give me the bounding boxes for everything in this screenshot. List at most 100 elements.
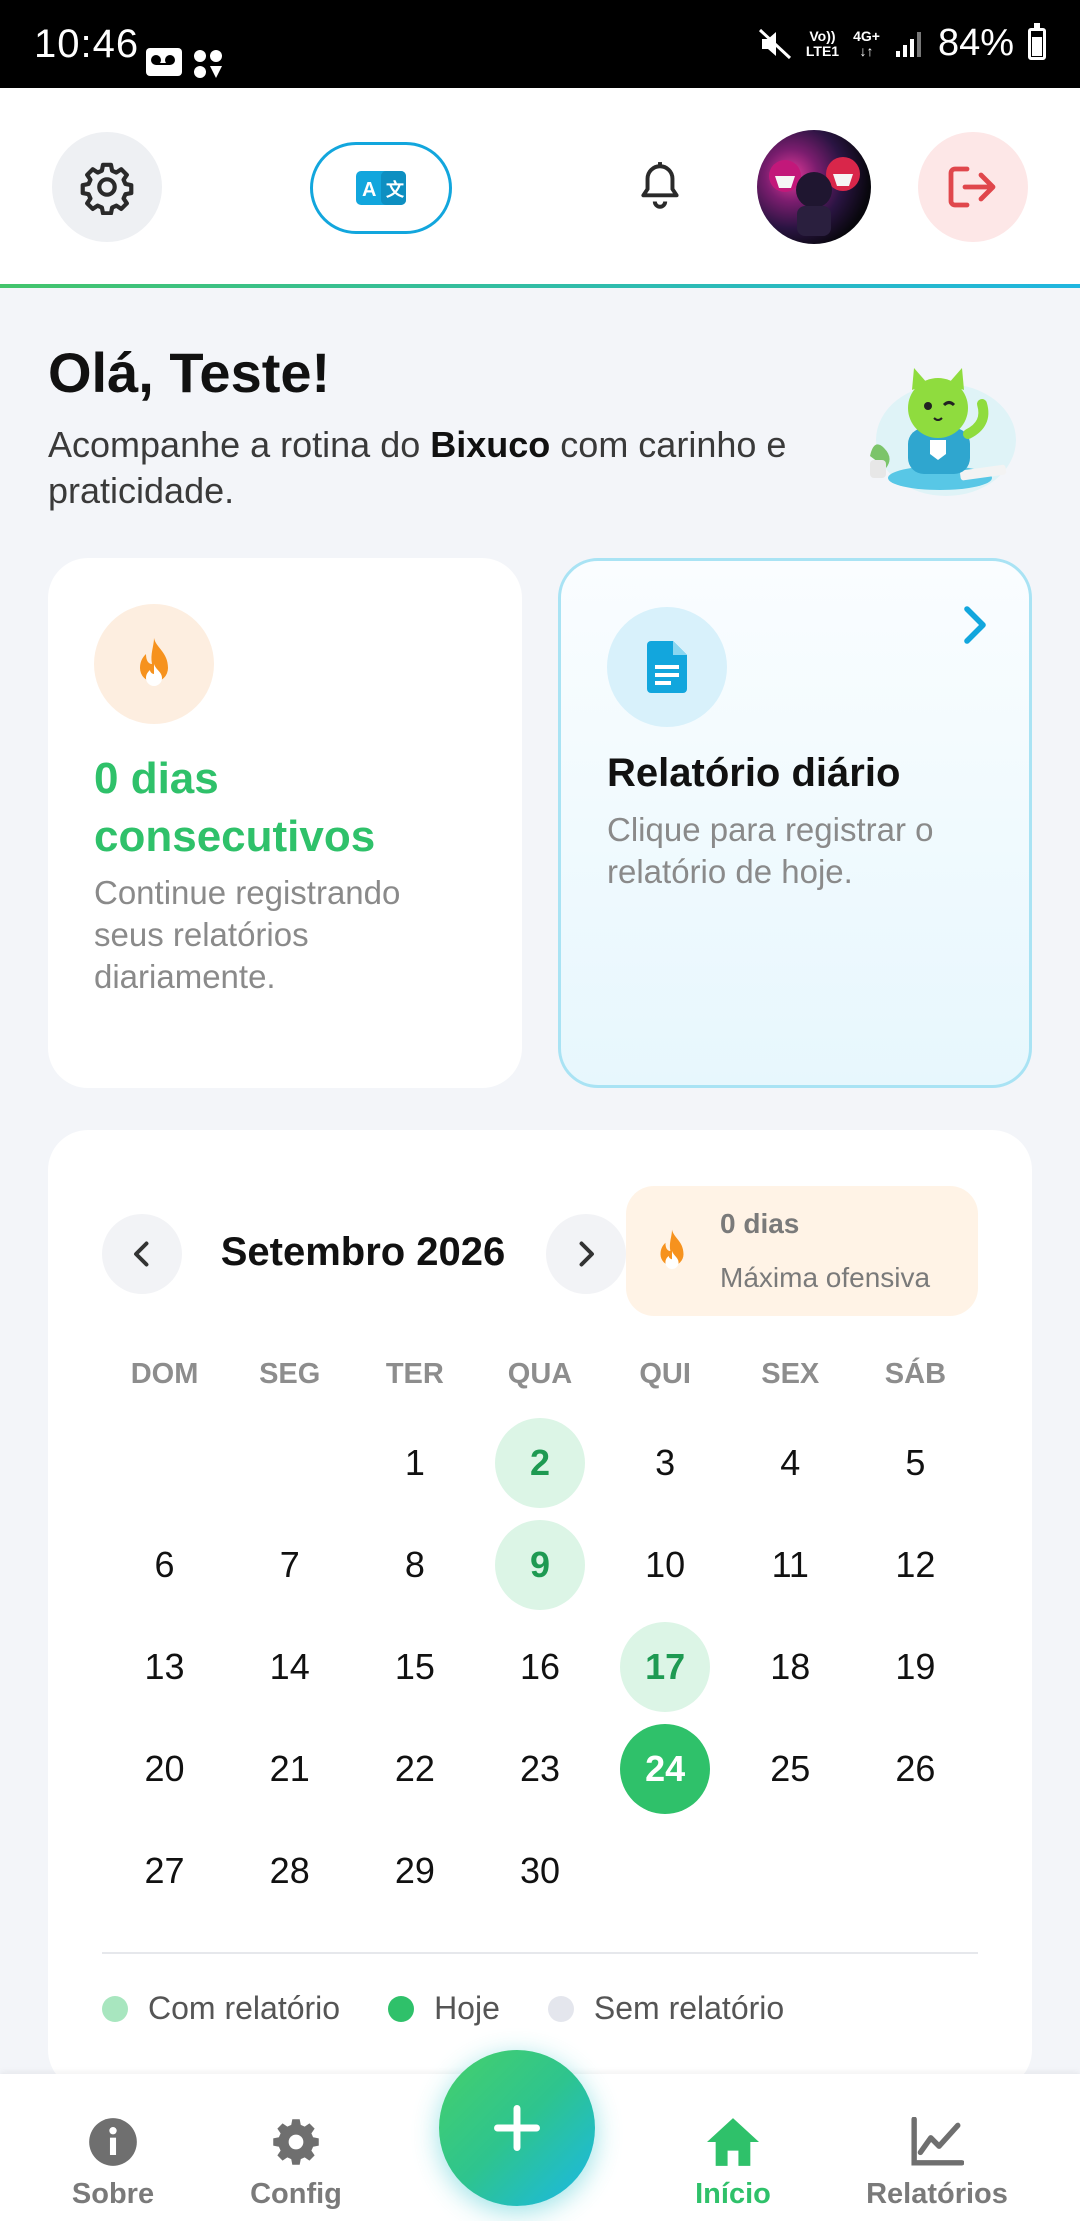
calendar-day[interactable]: 20: [102, 1718, 227, 1820]
report-description: Clique para registrar o relatório de hoj…: [607, 811, 934, 890]
weekday-label: TER: [385, 1358, 444, 1390]
bell-icon: [641, 162, 679, 209]
streak-card: 0 dias consecutivos Continue registrando…: [48, 558, 522, 1088]
report-icon-badge: [607, 607, 727, 727]
legend-with-report: Com relatório: [102, 1990, 340, 2027]
calendar-day-number: 20: [144, 1748, 185, 1789]
chart-icon: [911, 2117, 964, 2166]
calendar-day-number: 4: [780, 1442, 801, 1483]
calendar-day-number: 30: [519, 1850, 560, 1891]
calendar-day[interactable]: 1: [352, 1412, 477, 1514]
nav-item-config[interactable]: Config: [211, 2114, 381, 2211]
calendar-day[interactable]: 8: [352, 1514, 477, 1616]
calendar-day[interactable]: 21: [227, 1718, 352, 1820]
calendar-day[interactable]: 7: [227, 1514, 352, 1616]
fire-icon: [140, 638, 168, 686]
svg-text:A: A: [362, 179, 376, 201]
calendar-day[interactable]: 10: [603, 1514, 728, 1616]
logout-icon: [948, 166, 996, 208]
previous-month-button[interactable]: [102, 1214, 182, 1294]
calendar-day-number: 15: [394, 1646, 435, 1687]
calendar-card: Setembro 2026 0 dias Máxima ofensiva DOM…: [48, 1130, 1032, 2090]
app-header: A 文: [0, 88, 1080, 288]
volte-indicator: Vo)) LTE1: [805, 27, 840, 59]
greeting-title: Olá, Teste!: [48, 341, 331, 404]
calendar-day[interactable]: 26: [853, 1718, 978, 1820]
calendar-day[interactable]: 18: [728, 1616, 853, 1718]
calendar-day[interactable]: 12: [853, 1514, 978, 1616]
calendar-day[interactable]: 15: [352, 1616, 477, 1718]
document-icon: [647, 641, 687, 693]
pet-name: Bixuco: [430, 424, 551, 465]
avatar[interactable]: [757, 130, 871, 244]
calendar-day-number: 12: [895, 1544, 936, 1585]
legend-dot: [102, 1995, 128, 2022]
streak-description: Continue registrando seus relatórios dia…: [94, 874, 401, 995]
gear-icon: [273, 2119, 319, 2165]
calendar-day-number: 23: [519, 1748, 560, 1789]
calendar-grid: 1 2 3 4 5 6 7 8 9 10 11 12 13 14 15 16 17 18 19 20 21 22 23 24 2…: [102, 1412, 978, 1922]
calendar-day-number: 10: [645, 1544, 686, 1585]
weekday-header: DOM SEG TER QUA QUI SEX SÁB: [102, 1358, 978, 1391]
calendar-day-number: 11: [771, 1544, 809, 1585]
calendar-day[interactable]: 16: [477, 1616, 602, 1718]
logout-button[interactable]: [918, 132, 1028, 242]
calendar-day[interactable]: 13: [102, 1616, 227, 1718]
calendar-day-today[interactable]: 24: [603, 1718, 728, 1820]
calendar-day-number: 22: [394, 1748, 435, 1789]
legend-dot: [547, 1995, 574, 2022]
weekday-label: SEX: [761, 1358, 820, 1390]
calendar-day[interactable]: 23: [477, 1718, 602, 1820]
max-streak-badge: 0 dias Máxima ofensiva: [626, 1186, 978, 1316]
weekday-label: QUI: [639, 1358, 691, 1390]
nav-item-inicio[interactable]: Início: [648, 2114, 818, 2211]
nav-item-sobre[interactable]: Sobre: [28, 2114, 198, 2211]
battery-percent: 84%: [937, 22, 1014, 64]
calendar-day[interactable]: 25: [728, 1718, 853, 1820]
calendar-day[interactable]: 27: [102, 1820, 227, 1922]
settings-button[interactable]: [52, 132, 162, 242]
status-time: 10:46: [34, 22, 140, 66]
network-type: 4G+ ↓↑: [853, 27, 880, 59]
month-label: Setembro 2026: [220, 1230, 506, 1274]
calendar-day[interactable]: 3: [603, 1412, 728, 1514]
calendar-day[interactable]: 11: [728, 1514, 853, 1616]
legend-today: Hoje: [388, 1990, 500, 2027]
calendar-day[interactable]: 4: [728, 1412, 853, 1514]
calendar-day-number: 16: [519, 1646, 560, 1687]
calendar-day-number: 27: [144, 1850, 185, 1891]
legend-dot: [388, 1995, 415, 2022]
daily-report-card[interactable]: Relatório diário Clique para registrar o…: [558, 558, 1032, 1088]
calendar-day[interactable]: 30: [477, 1820, 602, 1922]
fire-icon: [660, 1229, 684, 1270]
calendar-day-number: 14: [269, 1646, 310, 1687]
next-month-button[interactable]: [546, 1214, 626, 1294]
weekday-label: SÁB: [884, 1358, 947, 1390]
calendar-day[interactable]: 19: [853, 1616, 978, 1718]
calendar-day-number: 25: [770, 1748, 811, 1789]
calendar-day[interactable]: 14: [227, 1616, 352, 1718]
notifications-button[interactable]: [605, 132, 715, 242]
calendar-day[interactable]: 5: [853, 1412, 978, 1514]
calendar-day-number: 28: [269, 1850, 310, 1891]
streak-icon-badge: [94, 604, 214, 724]
nav-item-relatorios[interactable]: Relatórios: [852, 2114, 1022, 2211]
calendar-day-reported[interactable]: 9: [477, 1514, 602, 1616]
status-bar: 10:46 Vo)) LTE1 4G+ ↓↑ 84%: [0, 0, 1080, 88]
plus-icon: [494, 2105, 540, 2151]
calendar-day[interactable]: 29: [352, 1820, 477, 1922]
calendar-day[interactable]: 28: [227, 1820, 352, 1922]
add-report-button[interactable]: [439, 2050, 595, 2206]
calendar-day[interactable]: 6: [102, 1514, 227, 1616]
mascot-illustration: [870, 368, 1016, 496]
calendar-day-number: 2: [494, 1418, 585, 1508]
translate-button[interactable]: A 文: [310, 142, 452, 234]
max-streak-label: Máxima ofensiva: [720, 1262, 931, 1293]
calendar-day-number: 26: [895, 1748, 936, 1789]
calendar-blank: [227, 1412, 352, 1514]
calendar-day-reported[interactable]: 2: [477, 1412, 602, 1514]
report-title: Relatório diário: [607, 751, 901, 795]
mute-icon: [758, 28, 791, 59]
calendar-day-reported[interactable]: 17: [603, 1616, 728, 1718]
calendar-day[interactable]: 22: [352, 1718, 477, 1820]
